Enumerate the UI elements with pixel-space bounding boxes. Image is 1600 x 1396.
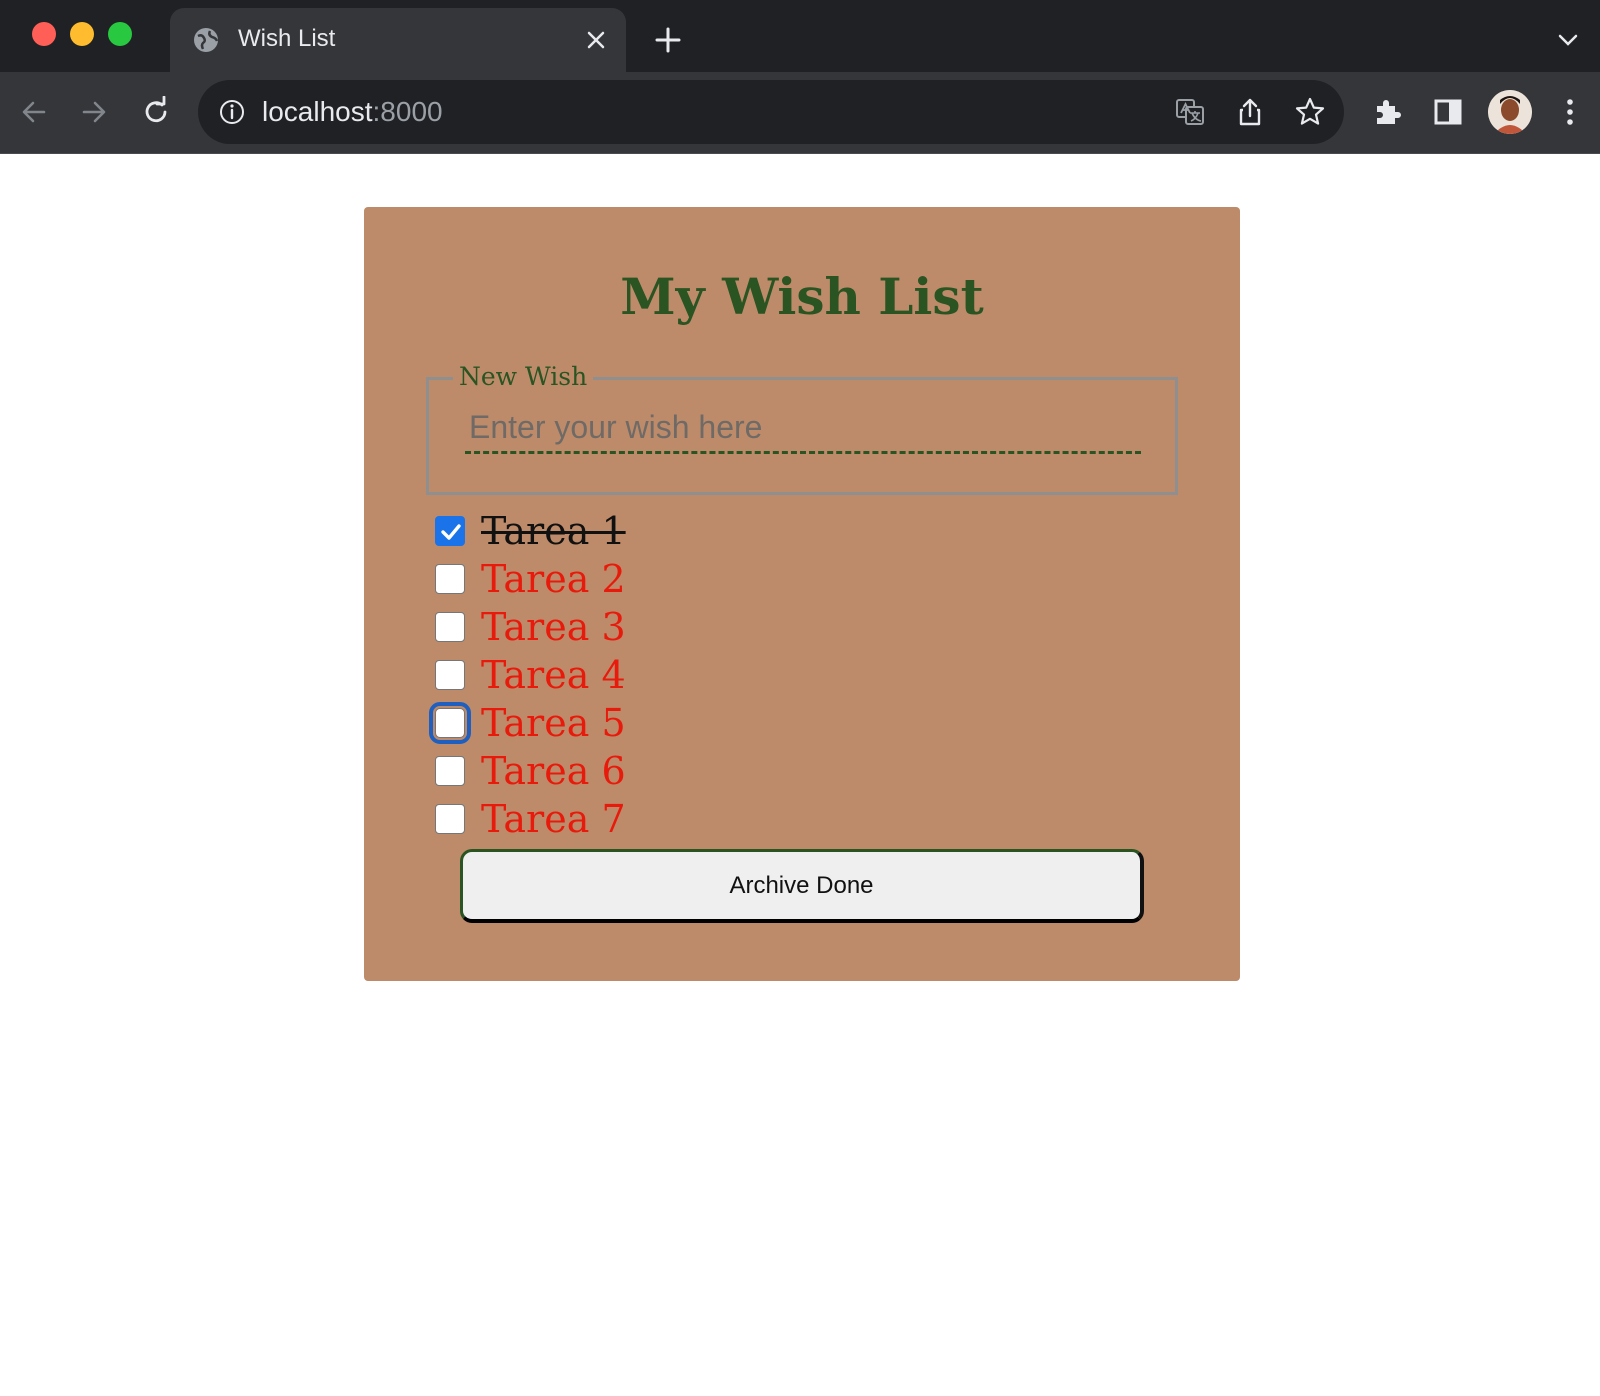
bookmark-star-icon[interactable] <box>1294 96 1326 128</box>
close-window-button[interactable] <box>32 22 56 46</box>
wish-label[interactable]: Tarea 2 <box>481 560 626 598</box>
wish-checkbox[interactable] <box>429 702 471 744</box>
new-wish-legend: New Wish <box>453 362 594 391</box>
url-port: :8000 <box>372 96 443 127</box>
wish-label[interactable]: Tarea 7 <box>481 800 626 838</box>
chevron-down-icon[interactable] <box>1556 30 1580 50</box>
url-host: localhost <box>262 96 373 127</box>
new-wish-input[interactable] <box>465 404 1141 454</box>
globe-icon <box>194 28 219 52</box>
info-icon[interactable] <box>218 98 246 126</box>
wish-checkbox[interactable] <box>435 660 465 690</box>
wish-item: Tarea 5 <box>429 699 1132 747</box>
url-text[interactable]: localhost:8000 <box>262 96 443 128</box>
wish-item: Tarea 2 <box>432 555 1132 603</box>
wish-checkbox[interactable] <box>435 756 465 786</box>
reload-icon[interactable] <box>140 96 172 128</box>
new-tab-icon[interactable] <box>654 26 682 54</box>
wish-item: Tarea 4 <box>432 651 1132 699</box>
minimize-window-button[interactable] <box>70 22 94 46</box>
browser-tab-bar: Wish List <box>0 0 1600 72</box>
wish-label[interactable]: Tarea 4 <box>481 656 626 694</box>
wish-checkbox[interactable] <box>435 564 465 594</box>
address-bar[interactable]: localhost:8000 <box>198 80 1344 144</box>
page-title: My Wish List <box>620 267 984 326</box>
archive-done-button[interactable]: Archive Done <box>460 849 1144 923</box>
share-icon[interactable] <box>1234 96 1266 128</box>
wish-label[interactable]: Tarea 5 <box>481 704 626 742</box>
browser-tab[interactable]: Wish List <box>170 8 626 72</box>
wish-checkbox[interactable] <box>435 804 465 834</box>
wish-checkbox[interactable] <box>435 516 465 546</box>
more-menu-icon[interactable] <box>1554 96 1586 128</box>
close-tab-icon[interactable] <box>584 28 608 52</box>
new-wish-fieldset: New Wish <box>426 362 1178 495</box>
wish-list: Tarea 1 Tarea 2 Tarea 3 Tarea 4 Tarea 5 … <box>429 507 1132 843</box>
back-arrow-icon[interactable] <box>18 96 50 128</box>
checkmark-icon <box>441 524 461 540</box>
profile-avatar[interactable] <box>1488 90 1532 134</box>
forward-arrow-icon[interactable] <box>78 96 110 128</box>
wish-item: Tarea 1 <box>432 507 1132 555</box>
profile-photo-icon <box>1488 90 1532 134</box>
wish-label[interactable]: Tarea 1 <box>481 512 626 550</box>
wish-list-card: My Wish List New Wish Tarea 1 Tarea 2 Ta… <box>364 207 1240 981</box>
extensions-puzzle-icon[interactable] <box>1372 96 1404 128</box>
maximize-window-button[interactable] <box>108 22 132 46</box>
wish-checkbox[interactable] <box>435 612 465 642</box>
wish-item: Tarea 3 <box>432 603 1132 651</box>
wish-item: Tarea 6 <box>432 747 1132 795</box>
wish-label[interactable]: Tarea 3 <box>481 608 626 646</box>
wish-item: Tarea 7 <box>432 795 1132 843</box>
wish-label[interactable]: Tarea 6 <box>481 752 626 790</box>
browser-toolbar: localhost:8000 <box>0 72 1600 154</box>
side-panel-icon[interactable] <box>1432 96 1464 128</box>
tab-title: Wish List <box>238 25 336 52</box>
translate-icon[interactable] <box>1174 96 1206 128</box>
